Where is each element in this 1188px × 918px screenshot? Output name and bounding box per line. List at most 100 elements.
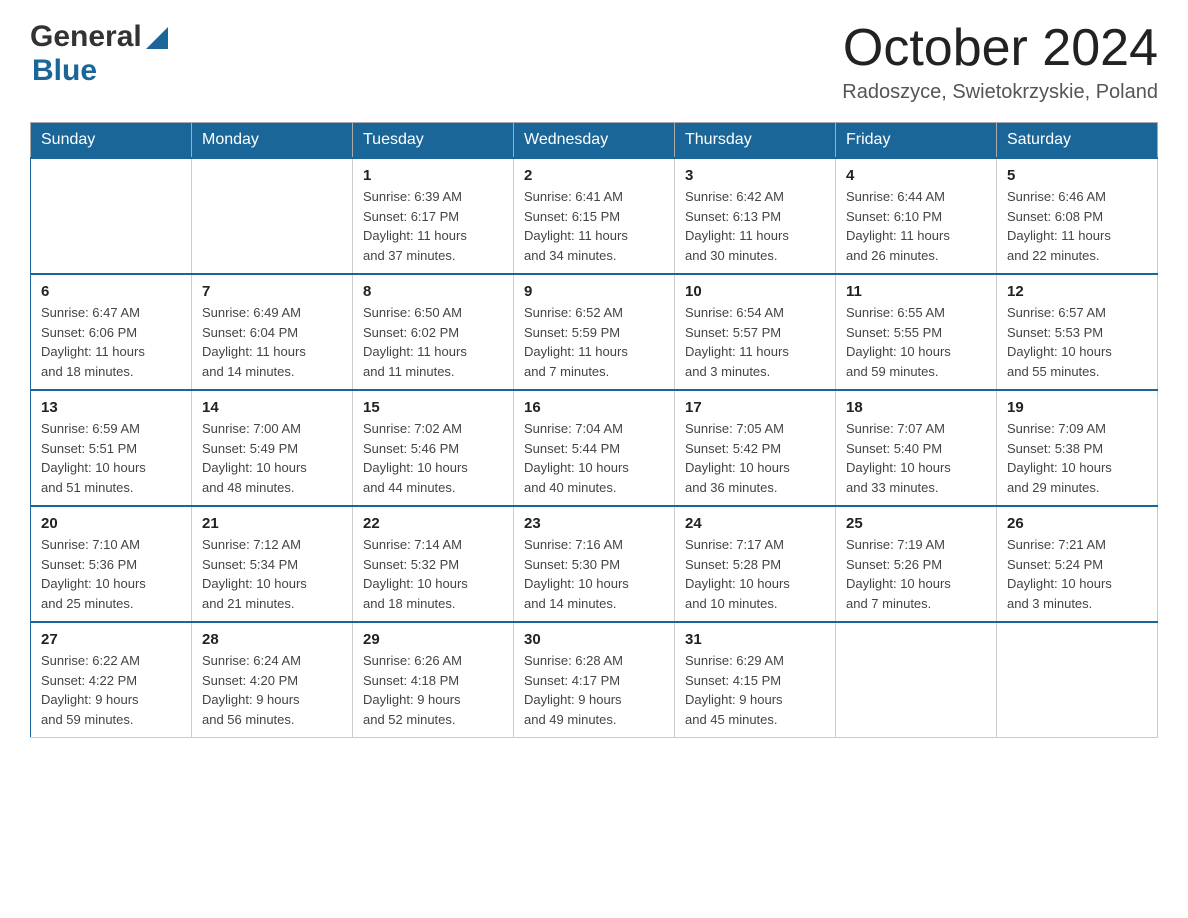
- calendar-table: SundayMondayTuesdayWednesdayThursdayFrid…: [30, 122, 1158, 738]
- calendar-cell: 8 Sunrise: 6:50 AM Sunset: 6:02 PM Daylig…: [353, 274, 514, 390]
- day-number: 6: [41, 283, 181, 300]
- day-number: 31: [685, 631, 825, 648]
- calendar-day-header: Saturday: [997, 123, 1158, 159]
- day-number: 28: [202, 631, 342, 648]
- calendar-cell: 21 Sunrise: 7:12 AM Sunset: 5:34 PM Dayli…: [192, 506, 353, 622]
- calendar-week-row: 1Sunrise: 6:39 AM Sunset: 6:17 PM Daylig…: [31, 158, 1158, 274]
- calendar-header-row: SundayMondayTuesdayWednesdayThursdayFrid…: [31, 123, 1158, 159]
- day-number: 15: [363, 399, 503, 416]
- day-info: Sunrise: 6:39 AM Sunset: 6:17 PM Dayligh…: [363, 187, 503, 265]
- page-header: General Blue October 2024 Radoszyce, Swi…: [30, 20, 1158, 104]
- calendar-day-header: Monday: [192, 123, 353, 159]
- day-info: Sunrise: 6:50 AM Sunset: 6:02 PM Dayligh…: [363, 303, 503, 381]
- calendar-cell: 17Sunrise: 7:05 AM Sunset: 5:42 PM Dayli…: [675, 390, 836, 506]
- calendar-week-row: 6 Sunrise: 6:47 AM Sunset: 6:06 PM Daylig…: [31, 274, 1158, 390]
- day-info: Sunrise: 6:49 AM Sunset: 6:04 PM Dayligh…: [202, 303, 342, 381]
- day-info: Sunrise: 6:24 AM Sunset: 4:20 PM Dayligh…: [202, 651, 342, 729]
- calendar-cell: 28 Sunrise: 6:24 AM Sunset: 4:20 PM Dayli…: [192, 622, 353, 738]
- day-info: Sunrise: 7:04 AM Sunset: 5:44 PM Dayligh…: [524, 419, 664, 497]
- day-info: Sunrise: 6:57 AM Sunset: 5:53 PM Dayligh…: [1007, 303, 1147, 381]
- calendar-cell: 14Sunrise: 7:00 AM Sunset: 5:49 PM Dayli…: [192, 390, 353, 506]
- day-number: 27: [41, 631, 181, 648]
- day-number: 24: [685, 515, 825, 532]
- calendar-day-header: Tuesday: [353, 123, 514, 159]
- day-number: 23: [524, 515, 664, 532]
- day-info: Sunrise: 6:29 AM Sunset: 4:15 PM Dayligh…: [685, 651, 825, 729]
- day-number: 29: [363, 631, 503, 648]
- calendar-cell: 22Sunrise: 7:14 AM Sunset: 5:32 PM Dayli…: [353, 506, 514, 622]
- calendar-day-header: Wednesday: [514, 123, 675, 159]
- calendar-cell: 12Sunrise: 6:57 AM Sunset: 5:53 PM Dayli…: [997, 274, 1158, 390]
- day-number: 9: [524, 283, 664, 300]
- calendar-day-header: Sunday: [31, 123, 192, 159]
- day-number: 20: [41, 515, 181, 532]
- calendar-cell: 20 Sunrise: 7:10 AM Sunset: 5:36 PM Dayli…: [31, 506, 192, 622]
- calendar-cell: 29 Sunrise: 6:26 AM Sunset: 4:18 PM Dayli…: [353, 622, 514, 738]
- day-number: 21: [202, 515, 342, 532]
- day-number: 30: [524, 631, 664, 648]
- day-number: 14: [202, 399, 342, 416]
- calendar-cell: 2Sunrise: 6:41 AM Sunset: 6:15 PM Daylig…: [514, 158, 675, 274]
- calendar-cell: [997, 622, 1158, 738]
- day-info: Sunrise: 6:28 AM Sunset: 4:17 PM Dayligh…: [524, 651, 664, 729]
- day-info: Sunrise: 7:05 AM Sunset: 5:42 PM Dayligh…: [685, 419, 825, 497]
- calendar-cell: 27 Sunrise: 6:22 AM Sunset: 4:22 PM Dayli…: [31, 622, 192, 738]
- logo-blue-text: Blue: [32, 54, 97, 88]
- day-info: Sunrise: 7:21 AM Sunset: 5:24 PM Dayligh…: [1007, 535, 1147, 613]
- calendar-cell: [31, 158, 192, 274]
- day-info: Sunrise: 6:42 AM Sunset: 6:13 PM Dayligh…: [685, 187, 825, 265]
- day-number: 19: [1007, 399, 1147, 416]
- day-info: Sunrise: 6:41 AM Sunset: 6:15 PM Dayligh…: [524, 187, 664, 265]
- calendar-week-row: 20 Sunrise: 7:10 AM Sunset: 5:36 PM Dayli…: [31, 506, 1158, 622]
- calendar-cell: 5Sunrise: 6:46 AM Sunset: 6:08 PM Daylig…: [997, 158, 1158, 274]
- logo: General Blue: [30, 20, 168, 88]
- calendar-week-row: 13 Sunrise: 6:59 AM Sunset: 5:51 PM Dayli…: [31, 390, 1158, 506]
- day-number: 13: [41, 399, 181, 416]
- day-info: Sunrise: 6:47 AM Sunset: 6:06 PM Dayligh…: [41, 303, 181, 381]
- calendar-cell: 4 Sunrise: 6:44 AM Sunset: 6:10 PM Daylig…: [836, 158, 997, 274]
- day-info: Sunrise: 7:02 AM Sunset: 5:46 PM Dayligh…: [363, 419, 503, 497]
- calendar-cell: 7 Sunrise: 6:49 AM Sunset: 6:04 PM Daylig…: [192, 274, 353, 390]
- day-info: Sunrise: 6:44 AM Sunset: 6:10 PM Dayligh…: [846, 187, 986, 265]
- day-info: Sunrise: 6:52 AM Sunset: 5:59 PM Dayligh…: [524, 303, 664, 381]
- day-number: 5: [1007, 167, 1147, 184]
- day-number: 8: [363, 283, 503, 300]
- day-number: 25: [846, 515, 986, 532]
- day-info: Sunrise: 6:22 AM Sunset: 4:22 PM Dayligh…: [41, 651, 181, 729]
- day-info: Sunrise: 7:17 AM Sunset: 5:28 PM Dayligh…: [685, 535, 825, 613]
- day-number: 22: [363, 515, 503, 532]
- day-number: 18: [846, 399, 986, 416]
- calendar-cell: 31 Sunrise: 6:29 AM Sunset: 4:15 PM Dayli…: [675, 622, 836, 738]
- calendar-cell: 10Sunrise: 6:54 AM Sunset: 5:57 PM Dayli…: [675, 274, 836, 390]
- calendar-week-row: 27 Sunrise: 6:22 AM Sunset: 4:22 PM Dayli…: [31, 622, 1158, 738]
- month-title: October 2024: [842, 20, 1158, 77]
- title-section: October 2024 Radoszyce, Swietokrzyskie, …: [842, 20, 1158, 104]
- day-number: 4: [846, 167, 986, 184]
- location: Radoszyce, Swietokrzyskie, Poland: [842, 81, 1158, 104]
- calendar-cell: 1Sunrise: 6:39 AM Sunset: 6:17 PM Daylig…: [353, 158, 514, 274]
- day-info: Sunrise: 7:10 AM Sunset: 5:36 PM Dayligh…: [41, 535, 181, 613]
- day-number: 16: [524, 399, 664, 416]
- calendar-cell: 3 Sunrise: 6:42 AM Sunset: 6:13 PM Daylig…: [675, 158, 836, 274]
- calendar-cell: 23 Sunrise: 7:16 AM Sunset: 5:30 PM Dayli…: [514, 506, 675, 622]
- day-number: 7: [202, 283, 342, 300]
- day-info: Sunrise: 7:16 AM Sunset: 5:30 PM Dayligh…: [524, 535, 664, 613]
- calendar-cell: 30 Sunrise: 6:28 AM Sunset: 4:17 PM Dayli…: [514, 622, 675, 738]
- day-number: 11: [846, 283, 986, 300]
- calendar-cell: 16 Sunrise: 7:04 AM Sunset: 5:44 PM Dayli…: [514, 390, 675, 506]
- calendar-cell: 11 Sunrise: 6:55 AM Sunset: 5:55 PM Dayli…: [836, 274, 997, 390]
- day-info: Sunrise: 7:12 AM Sunset: 5:34 PM Dayligh…: [202, 535, 342, 613]
- calendar-cell: 9 Sunrise: 6:52 AM Sunset: 5:59 PM Daylig…: [514, 274, 675, 390]
- calendar-cell: 25 Sunrise: 7:19 AM Sunset: 5:26 PM Dayli…: [836, 506, 997, 622]
- day-info: Sunrise: 7:19 AM Sunset: 5:26 PM Dayligh…: [846, 535, 986, 613]
- calendar-cell: 18 Sunrise: 7:07 AM Sunset: 5:40 PM Dayli…: [836, 390, 997, 506]
- day-number: 26: [1007, 515, 1147, 532]
- day-info: Sunrise: 6:26 AM Sunset: 4:18 PM Dayligh…: [363, 651, 503, 729]
- day-info: Sunrise: 7:07 AM Sunset: 5:40 PM Dayligh…: [846, 419, 986, 497]
- day-info: Sunrise: 6:55 AM Sunset: 5:55 PM Dayligh…: [846, 303, 986, 381]
- day-info: Sunrise: 7:09 AM Sunset: 5:38 PM Dayligh…: [1007, 419, 1147, 497]
- day-info: Sunrise: 6:59 AM Sunset: 5:51 PM Dayligh…: [41, 419, 181, 497]
- calendar-cell: 6 Sunrise: 6:47 AM Sunset: 6:06 PM Daylig…: [31, 274, 192, 390]
- day-number: 3: [685, 167, 825, 184]
- calendar-cell: [192, 158, 353, 274]
